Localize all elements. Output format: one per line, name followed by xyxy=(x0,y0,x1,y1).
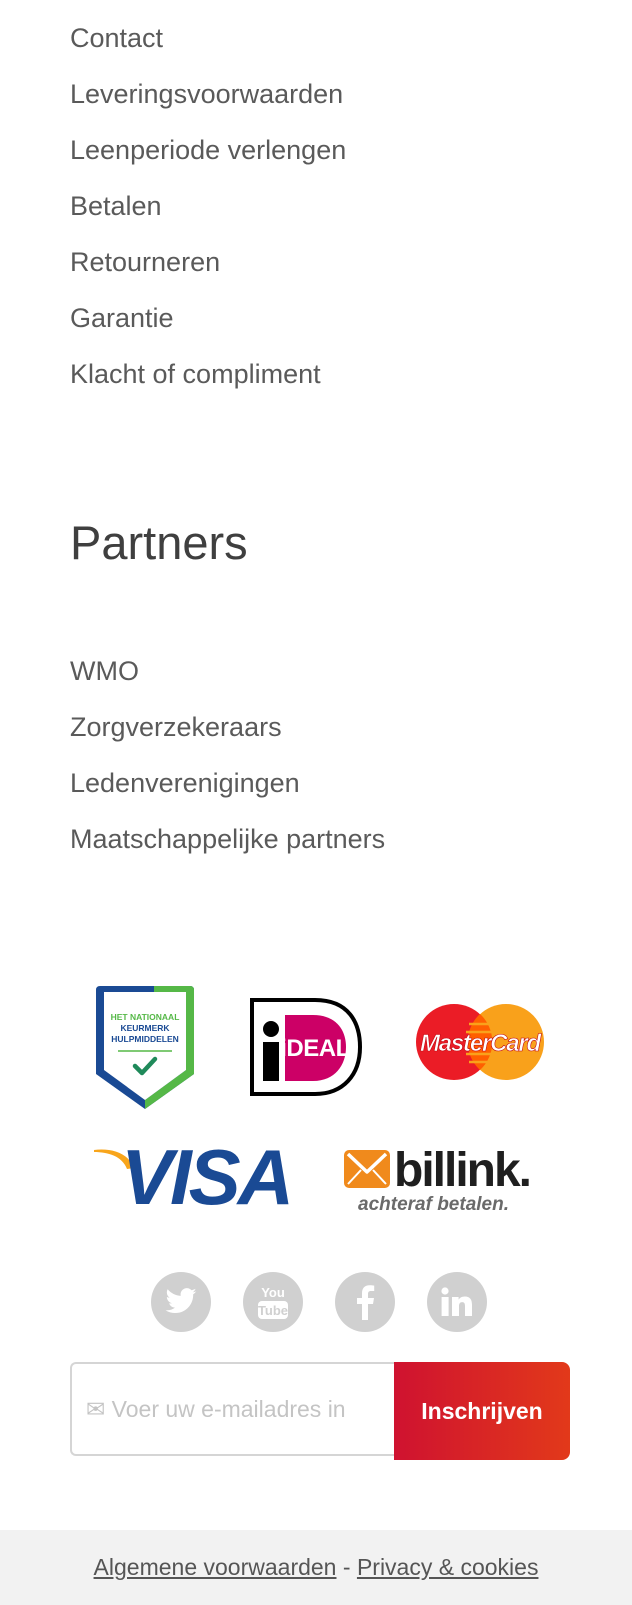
linkedin-button[interactable] xyxy=(427,1272,487,1332)
contact-link[interactable]: Contact xyxy=(70,23,163,53)
terms-link[interactable]: Algemene voorwaarden xyxy=(94,1554,337,1580)
partner-link-item[interactable]: WMO xyxy=(70,643,385,699)
retourneren-link[interactable]: Retourneren xyxy=(70,247,220,277)
keurmerk-line1: HET NATIONAAL xyxy=(111,1012,180,1022)
privacy-link[interactable]: Privacy & cookies xyxy=(357,1554,539,1580)
billink-logo: billink. achteraf betalen. xyxy=(342,1136,548,1216)
keurmerk-line3: HULPMIDDELEN xyxy=(111,1034,179,1044)
keurmerk-logo: HET NATIONAAL KEURMERK HULPMIDDELEN xyxy=(94,984,196,1111)
facebook-button[interactable] xyxy=(335,1272,395,1332)
svg-text:Tube: Tube xyxy=(258,1303,288,1318)
wmo-link[interactable]: WMO xyxy=(70,656,139,686)
service-link-item[interactable]: Leenperiode verlengen xyxy=(70,122,346,178)
twitter-icon xyxy=(164,1288,198,1316)
garantie-link[interactable]: Garantie xyxy=(70,303,174,333)
betalen-link[interactable]: Betalen xyxy=(70,191,162,221)
billink-tagline: achteraf betalen. xyxy=(358,1194,509,1215)
zorgverzekeraars-link[interactable]: Zorgverzekeraars xyxy=(70,712,282,742)
visa-logo: VISA xyxy=(94,1133,300,1221)
service-link-item[interactable]: Klacht of compliment xyxy=(70,346,346,402)
youtube-button[interactable]: You Tube xyxy=(243,1272,303,1332)
partners-heading: Partners xyxy=(70,516,248,569)
ledenverenigingen-link[interactable]: Ledenverenigingen xyxy=(70,768,300,798)
leenperiode-verlengen-link[interactable]: Leenperiode verlengen xyxy=(70,135,346,165)
svg-text:You: You xyxy=(261,1285,285,1300)
ideal-logo: iDEAL xyxy=(249,997,363,1097)
partner-link-item[interactable]: Ledenverenigingen xyxy=(70,755,385,811)
service-links: Contact Leveringsvoorwaarden Leenperiode… xyxy=(70,10,346,402)
footer-separator: - xyxy=(342,1554,351,1580)
leveringsvoorwaarden-link[interactable]: Leveringsvoorwaarden xyxy=(70,79,343,109)
klacht-link[interactable]: Klacht of compliment xyxy=(70,359,321,389)
newsletter-form: Inschrijven xyxy=(70,1362,570,1460)
mastercard-logo: MasterCard xyxy=(414,1002,546,1082)
service-link-item[interactable]: Garantie xyxy=(70,290,346,346)
email-input[interactable] xyxy=(70,1362,394,1456)
service-link-item[interactable]: Retourneren xyxy=(70,234,346,290)
maatschappelijke-partners-link[interactable]: Maatschappelijke partners xyxy=(70,824,385,854)
ideal-text: iDEAL xyxy=(280,1035,350,1062)
partner-link-item[interactable]: Maatschappelijke partners xyxy=(70,811,385,867)
mastercard-text: MasterCard xyxy=(420,1030,543,1057)
partner-link-item[interactable]: Zorgverzekeraars xyxy=(70,699,385,755)
service-link-item[interactable]: Betalen xyxy=(70,178,346,234)
facebook-icon xyxy=(355,1284,375,1320)
visa-text: VISA xyxy=(121,1140,291,1210)
service-link-item[interactable]: Leveringsvoorwaarden xyxy=(70,66,346,122)
subscribe-button[interactable]: Inschrijven xyxy=(394,1362,570,1460)
service-link-item[interactable]: Contact xyxy=(70,10,346,66)
partner-links: WMO Zorgverzekeraars Ledenverenigingen M… xyxy=(70,643,385,867)
keurmerk-line2: KEURMERK xyxy=(120,1023,170,1033)
linkedin-icon xyxy=(441,1287,473,1317)
youtube-icon: You Tube xyxy=(256,1283,290,1321)
twitter-button[interactable] xyxy=(151,1272,211,1332)
footer-bar: Algemene voorwaarden - Privacy & cookies xyxy=(0,1530,632,1605)
billink-name: billink. xyxy=(394,1144,530,1197)
